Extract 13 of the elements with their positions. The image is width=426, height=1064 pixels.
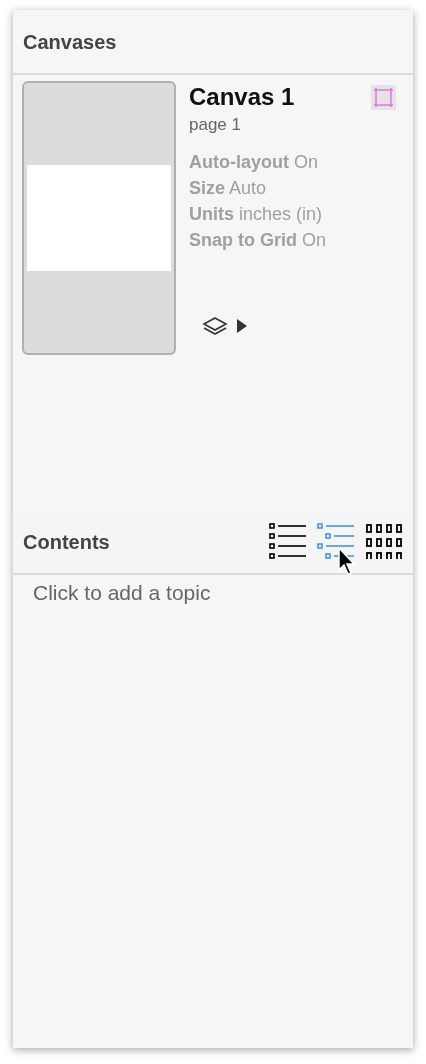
outline-view-icon[interactable] <box>317 522 355 559</box>
section-title: Canvases <box>23 30 117 54</box>
canvas-property: Auto-layout On <box>189 151 319 174</box>
canvas-thumbnail[interactable] <box>22 81 176 355</box>
section-title: Contents <box>23 530 110 554</box>
canvas-property: Snap to Grid On <box>189 229 327 252</box>
canvas-property: Size Auto <box>189 177 268 200</box>
page-label: page 1 <box>189 115 242 135</box>
grid-view-icon[interactable] <box>365 522 403 559</box>
list-view-icon[interactable] <box>269 522 307 559</box>
canvas-property: Units inches (in) <box>189 203 324 226</box>
canvas-name: Canvas 1 <box>189 83 295 111</box>
add-topic-placeholder[interactable]: Click to add a topic <box>33 581 211 604</box>
